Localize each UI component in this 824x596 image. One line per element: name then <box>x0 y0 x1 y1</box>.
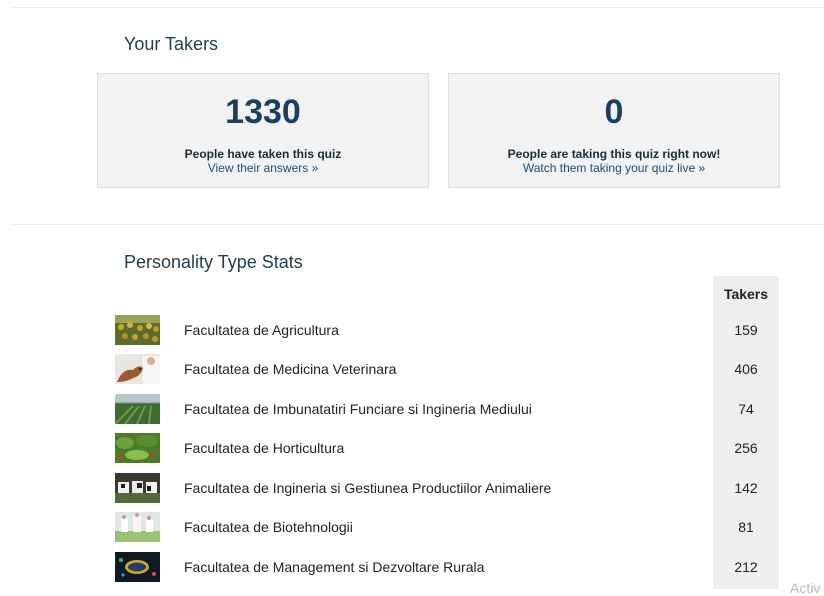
personality-type-link[interactable]: Facultatea de Agricultura <box>184 322 339 338</box>
takers-count: 81 <box>738 519 754 535</box>
watch-live-link[interactable]: Watch them taking your quiz live » <box>449 161 779 175</box>
takers-count: 159 <box>734 322 758 338</box>
cattle-thumbnail <box>115 473 160 503</box>
personality-type-link[interactable]: Facultatea de Horticultura <box>184 440 344 456</box>
personality-stats-title: Personality Type Stats <box>124 252 303 272</box>
table-row: Facultatea de Agricultura 159 <box>0 315 824 345</box>
takers-count: 406 <box>734 361 758 377</box>
live-takers-description: People are taking this quiz right now! <box>507 147 721 161</box>
total-takers-card[interactable]: 1330 People have taken this quiz View th… <box>97 73 429 188</box>
view-answers-link[interactable]: View their answers » <box>98 161 428 175</box>
takers-count: 74 <box>738 401 754 417</box>
garden-thumbnail <box>115 433 160 463</box>
total-takers-number: 1330 <box>225 93 301 131</box>
takers-count: 256 <box>734 440 758 456</box>
sunflower-field-thumbnail <box>115 315 160 345</box>
takers-count: 212 <box>734 559 758 575</box>
table-row: Facultatea de Management si Dezvoltare R… <box>0 552 824 582</box>
takers-column-header: Takers <box>723 286 769 302</box>
takers-count: 142 <box>734 480 758 496</box>
veterinarian-dog-thumbnail <box>115 354 160 384</box>
top-divider <box>10 7 824 8</box>
live-takers-card[interactable]: 0 People are taking this quiz right now!… <box>448 73 780 188</box>
your-takers-title: Your Takers <box>124 34 219 54</box>
table-row: Facultatea de Imbunatatiri Funciare si I… <box>0 394 824 424</box>
live-takers-number: 0 <box>604 93 624 131</box>
personality-type-link[interactable]: Facultatea de Management si Dezvoltare R… <box>184 559 484 575</box>
table-row: Facultatea de Horticultura 256 <box>0 433 824 463</box>
lab-plants-thumbnail <box>115 512 160 542</box>
personality-type-link[interactable]: Facultatea de Ingineria si Gestiunea Pro… <box>184 480 551 496</box>
business-logo-thumbnail <box>115 552 160 582</box>
personality-type-link[interactable]: Facultatea de Imbunatatiri Funciare si I… <box>184 401 532 417</box>
table-row: Facultatea de Ingineria si Gestiunea Pro… <box>0 473 824 503</box>
activation-watermark: Activ <box>790 580 821 596</box>
greenhouse-thumbnail <box>115 394 160 424</box>
personality-type-link[interactable]: Facultatea de Biotehnologii <box>184 519 353 535</box>
personality-type-link[interactable]: Facultatea de Medicina Veterinara <box>184 361 396 377</box>
total-takers-description: People have taken this quiz <box>184 147 342 161</box>
table-row: Facultatea de Medicina Veterinara 406 <box>0 354 824 384</box>
middle-divider <box>10 224 824 225</box>
table-row: Facultatea de Biotehnologii 81 <box>0 512 824 542</box>
